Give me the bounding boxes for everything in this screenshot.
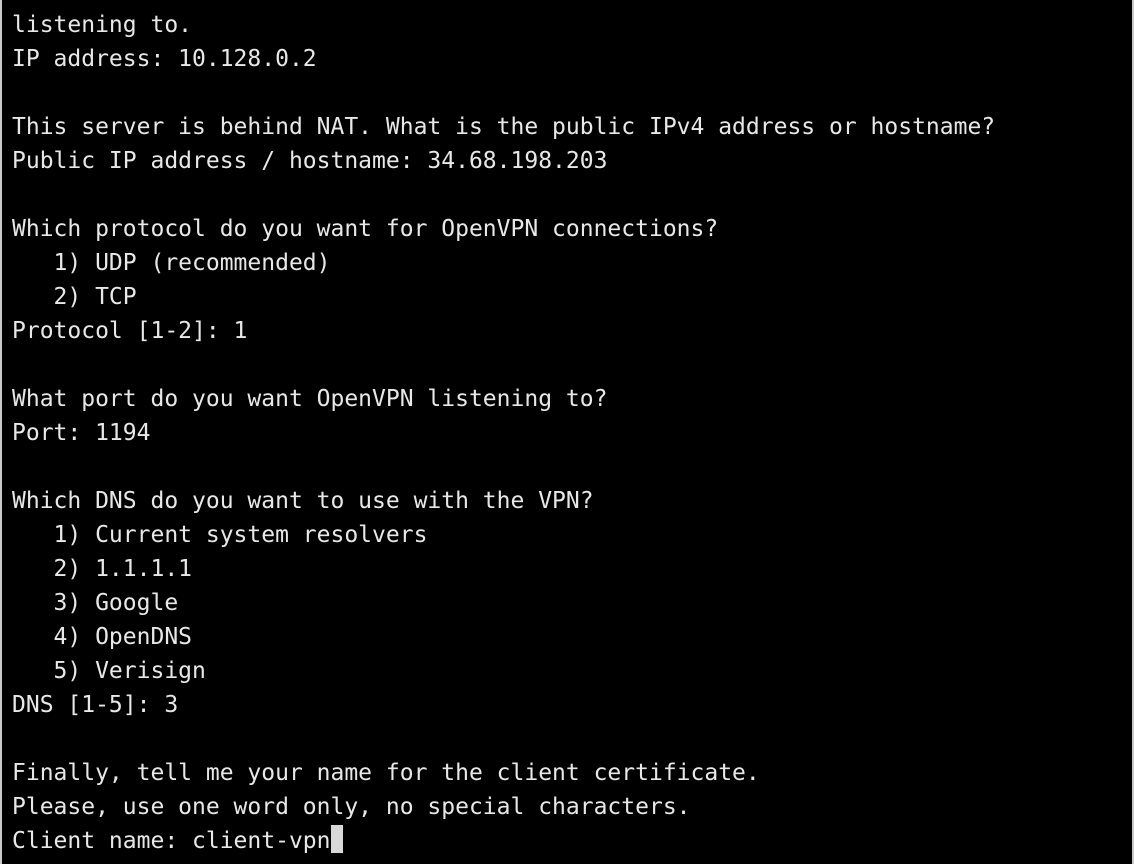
terminal-output: listening to. IP address: 10.128.0.2 Thi… [12, 8, 995, 858]
output-line: Public IP address / hostname: 34.68.198.… [12, 148, 608, 174]
output-line: 1) Current system resolvers [12, 522, 428, 548]
output-line: 3) Google [12, 590, 179, 616]
prompt-line[interactable]: Client name: client-vpn [12, 824, 995, 858]
client-name-input[interactable]: Client name: client-vpn [12, 828, 331, 854]
output-line: 4) OpenDNS [12, 624, 193, 650]
output-line: This server is behind NAT. What is the p… [12, 114, 996, 140]
output-line: Finally, tell me your name for the clien… [12, 760, 760, 786]
output-line: 1) UDP (recommended) [12, 250, 331, 276]
output-line: DNS [1-5]: 3 [12, 692, 179, 718]
output-line: 5) Verisign [12, 658, 206, 684]
output-line: Which DNS do you want to use with the VP… [12, 488, 594, 514]
output-line: 2) 1.1.1.1 [12, 556, 193, 582]
terminal-window[interactable]: listening to. IP address: 10.128.0.2 Thi… [2, 0, 1132, 864]
output-line: Which protocol do you want for OpenVPN c… [12, 216, 719, 242]
output-line: Protocol [1-2]: 1 [12, 318, 248, 344]
output-line: 2) TCP [12, 284, 137, 310]
output-line: What port do you want OpenVPN listening … [12, 386, 608, 412]
text-cursor [330, 825, 343, 853]
output-line: Please, use one word only, no special ch… [12, 794, 691, 820]
output-line: IP address: 10.128.0.2 [12, 46, 317, 72]
output-line: Port: 1194 [12, 420, 151, 446]
output-line: listening to. [12, 12, 193, 38]
